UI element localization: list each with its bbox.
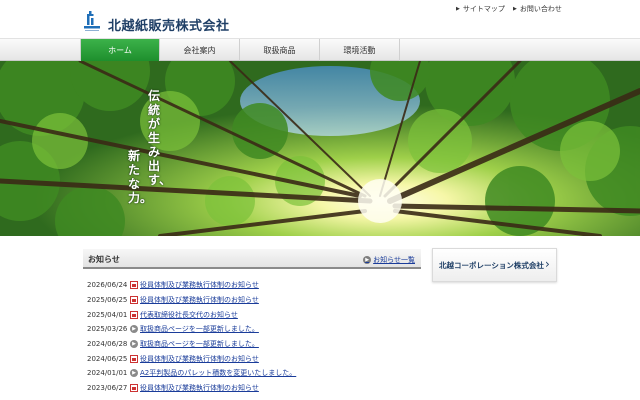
news-date: 2025/03/26 (87, 325, 128, 334)
sitemap-link-label: サイトマップ (462, 5, 505, 13)
nav-item-label: 環境活動 (343, 45, 376, 55)
chevron-right-icon: › (545, 257, 550, 271)
news-link[interactable]: 役員体制及び業務執行体制のお知らせ (140, 354, 259, 364)
circle-arrow-icon: ▶ (130, 325, 138, 334)
news-link[interactable]: 取扱商品ページを一部更新しました。 (140, 339, 259, 349)
nav-item-label: ホーム (108, 45, 132, 55)
news-item: 2025/06/25 役員体制及び業務執行体制のお知らせ (87, 293, 417, 308)
pdf-icon (130, 354, 138, 363)
hero-tagline-line2: 新たな力。 (128, 149, 153, 205)
hokuetsu-corporation-banner[interactable]: 北越コーポレーション株式会社 › (432, 248, 557, 282)
pdf-icon (130, 281, 138, 290)
contact-link-label: お問い合わせ (519, 5, 562, 13)
news-date: 2024/06/28 (87, 340, 128, 349)
sitemap-link[interactable]: ▶ サイトマップ (456, 4, 505, 14)
bullet-icon: ▶ (513, 6, 517, 12)
nav-item-home[interactable]: ホーム (80, 39, 160, 65)
site-header: 北越紙販売株式会社 ▶ サイトマップ ▶ お問い合わせ (0, 0, 640, 38)
news-link[interactable]: A2平判製品のパレット積数を変更いたしました。 (140, 368, 296, 378)
news-link[interactable]: 役員体制及び業務執行体制のお知らせ (140, 383, 259, 393)
nav-item-label: 会社案内 (183, 45, 216, 55)
news-list-link[interactable]: ▶ お知らせ一覧 (363, 255, 415, 265)
news-item: 2024/06/28 ▶ 取扱商品ページを一部更新しました。 (87, 337, 417, 352)
news-date: 2025/04/01 (87, 310, 128, 319)
news-item: 2024/06/25 役員体制及び業務執行体制のお知らせ (87, 351, 417, 366)
global-nav: ホーム 会社案内 取扱商品 環境活動 (0, 38, 640, 65)
news-link[interactable]: 役員体制及び業務執行体制のお知らせ (140, 280, 259, 290)
hero-tagline-line1: 伝統が生み出す、 (148, 89, 172, 187)
news-date: 2024/06/25 (87, 354, 128, 363)
news-title: お知らせ (88, 255, 120, 264)
nav-item-environment[interactable]: 環境活動 (320, 39, 400, 61)
news-list: 2026/06/24 役員体制及び業務執行体制のお知らせ 2025/06/25 役員体… (87, 278, 417, 396)
news-section-header: お知らせ ▶ お知らせ一覧 (83, 249, 421, 269)
company-name[interactable]: 北越紙販売株式会社 (108, 15, 230, 34)
pdf-icon (130, 296, 138, 305)
company-logo-icon[interactable] (84, 11, 100, 33)
news-link[interactable]: 役員体制及び業務執行体制のお知らせ (140, 295, 259, 305)
news-item: 2023/06/27 役員体制及び業務執行体制のお知らせ (87, 381, 417, 396)
hero-banner: 伝統が生み出す、 新たな力。 (0, 61, 640, 236)
nav-item-products[interactable]: 取扱商品 (240, 39, 320, 61)
news-date: 2024/01/01 (87, 369, 128, 378)
news-date: 2025/06/25 (87, 296, 128, 305)
news-item: 2024/01/01 ▶ A2平判製品のパレット積数を変更いたしました。 (87, 366, 417, 381)
news-item: 2025/03/26 ▶ 取扱商品ページを一部更新しました。 (87, 322, 417, 337)
bullet-icon: ▶ (456, 6, 460, 12)
news-date: 2023/06/27 (87, 384, 128, 393)
pdf-icon (130, 310, 138, 319)
news-item: 2026/06/24 役員体制及び業務執行体制のお知らせ (87, 278, 417, 293)
circle-arrow-icon: ▶ (363, 256, 372, 264)
news-date: 2026/06/24 (87, 281, 128, 290)
circle-arrow-icon: ▶ (130, 369, 138, 378)
pdf-icon (130, 384, 138, 393)
banner-label: 北越コーポレーション株式会社 (439, 261, 544, 270)
circle-arrow-icon: ▶ (130, 340, 138, 349)
news-link[interactable]: 取扱商品ページを一部更新しました。 (140, 324, 259, 334)
news-list-link-label: お知らせ一覧 (373, 256, 415, 264)
nav-item-company[interactable]: 会社案内 (160, 39, 240, 61)
contact-link[interactable]: ▶ お問い合わせ (513, 4, 562, 14)
nav-item-label: 取扱商品 (263, 45, 296, 55)
news-item: 2025/04/01 代表取締役社長交代のお知らせ (87, 307, 417, 322)
news-link[interactable]: 代表取締役社長交代のお知らせ (140, 310, 238, 320)
forest-canopy-image (0, 61, 640, 236)
